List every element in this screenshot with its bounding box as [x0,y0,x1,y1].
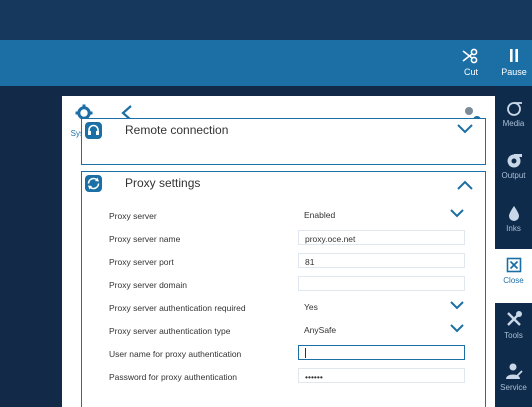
proxy-server-domain-input[interactable] [298,276,465,291]
remote-connection-header[interactable]: Remote connection [82,119,485,143]
chevron-down-icon[interactable] [450,209,464,218]
service-icon [505,363,523,379]
pause-icon [510,49,518,62]
proxy-auth-required-row: Proxy server authentication required Yes [109,299,479,321]
proxy-username-input[interactable] [298,345,465,360]
proxy-server-row: Proxy server Enabled [109,207,479,229]
right-sidebar: Media Output Inks Close Tools Service [495,86,532,407]
proxy-auth-required-label: Proxy server authentication required [109,303,246,313]
proxy-server-name-row: Proxy server name proxy.oce.net [109,230,479,252]
pause-label: Pause [501,67,527,77]
close-button[interactable]: Close [495,249,532,303]
remote-connection-title: Remote connection [125,123,229,137]
top-band [0,0,532,40]
proxy-server-name-input[interactable]: proxy.oce.net [298,230,465,245]
cut-label: Cut [463,67,478,77]
proxy-password-label: Password for proxy authentication [109,372,238,382]
proxy-auth-required-select[interactable]: Yes [298,299,465,314]
proxy-auth-type-select[interactable]: AnySafe [298,322,465,337]
proxy-password-input[interactable]: •••••• [298,368,465,383]
proxy-settings-section: Proxy settings Proxy server Enabled Prox… [81,171,486,407]
cut-button[interactable]: Cut [451,40,491,86]
proxy-server-domain-label: Proxy server domain [109,280,187,290]
media-icon [506,102,522,116]
proxy-server-select[interactable]: Enabled [298,207,465,222]
output-label: Output [501,171,526,180]
close-icon [506,257,521,273]
media-label: Media [502,119,525,128]
inks-label: Inks [506,224,521,233]
scissors-icon [462,48,478,64]
proxy-server-label: Proxy server [109,211,157,221]
proxy-server-name-label: Proxy server name [109,234,181,244]
output-icon [507,154,522,168]
headset-icon [85,122,102,139]
proxy-settings-title: Proxy settings [125,176,201,190]
tools-button[interactable]: Tools [495,302,532,356]
ink-drop-icon [508,206,519,221]
proxy-server-domain-row: Proxy server domain [109,276,479,298]
proxy-settings-header[interactable]: Proxy settings [82,172,485,196]
proxy-server-port-input[interactable]: 81 [298,253,465,268]
settings-panel: System Remote connection [62,96,495,407]
proxy-username-row: User name for proxy authentication [109,345,479,367]
output-button[interactable]: Output [495,144,532,198]
tools-icon [506,311,522,326]
chevron-up-icon [457,180,473,190]
inks-button[interactable]: Inks [495,197,532,251]
chevron-down-icon[interactable] [450,301,464,310]
proxy-username-label: User name for proxy authentication [109,349,242,359]
chevron-down-icon [457,124,473,134]
proxy-auth-type-label: Proxy server authentication type [109,326,231,336]
proxy-auth-type-row: Proxy server authentication type AnySafe [109,322,479,344]
proxy-server-port-row: Proxy server port 81 [109,253,479,275]
pause-button[interactable]: Pause [494,40,532,86]
text-caret [305,348,306,358]
close-label: Close [503,276,524,285]
service-label: Service [500,383,527,392]
proxy-server-port-label: Proxy server port [109,257,174,267]
action-bar: Cut Pause [0,40,532,86]
media-button[interactable]: Media [495,92,532,146]
refresh-icon [85,175,102,192]
remote-connection-section: Remote connection [81,118,486,165]
chevron-down-icon[interactable] [450,324,464,333]
tools-label: Tools [504,331,523,340]
service-button[interactable]: Service [495,354,532,407]
proxy-password-row: Password for proxy authentication •••••• [109,368,479,390]
